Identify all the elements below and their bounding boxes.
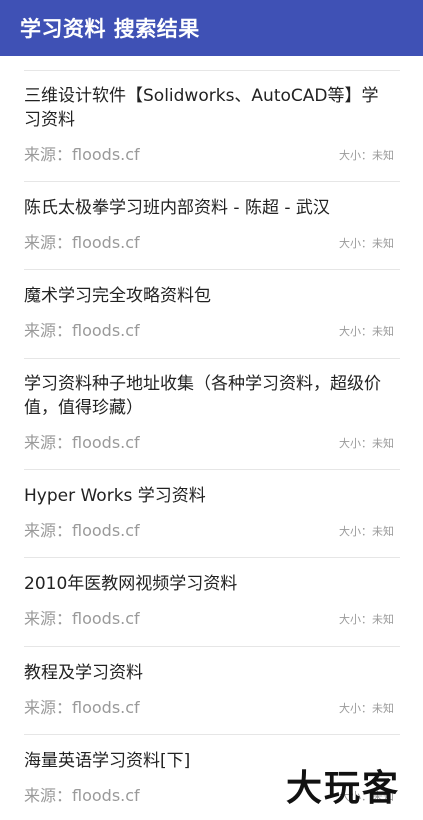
list-item[interactable]: 魔术学习完全攻略资料包 来源：floods.cf 大小：未知 [24,270,400,359]
result-source: 来源：floods.cf [24,609,140,628]
result-title: 魔术学习完全攻略资料包 [24,286,211,306]
watermark-logo: 大玩客 [286,767,401,809]
list-item[interactable]: 陈氏太极拳学习班内部资料 - 陈超 - 武汉 来源：floods.cf 大小：未… [24,182,400,270]
result-size: 大小：未知 [339,149,394,162]
result-title: 三维设计软件【Solidworks、AutoCAD等】学习资料 [24,86,379,130]
search-results-list[interactable]: 三维设计软件【Solidworks、AutoCAD等】学习资料 来源：flood… [0,56,423,820]
result-size: 大小：未知 [339,613,394,626]
result-source: 来源：floods.cf [24,521,140,540]
result-title: Hyper Works 学习资料 [24,486,206,506]
list-item[interactable]: 教程及学习资料 来源：floods.cf 大小：未知 [24,647,400,735]
result-source: 来源：floods.cf [24,433,140,452]
result-source: 来源：floods.cf [24,145,140,164]
result-size: 大小：未知 [339,702,394,715]
result-source: 来源：floods.cf [24,321,140,340]
list-item[interactable]: 学习资料种子地址收集（各种学习资料，超级价值，值得珍藏） 来源：floods.c… [24,359,400,470]
page-title: 学习资料 搜索结果 [20,17,200,41]
list-item[interactable]: Hyper Works 学习资料 来源：floods.cf 大小：未知 [24,470,400,558]
result-source: 来源：floods.cf [24,233,140,252]
list-item[interactable]: 三维设计软件【Solidworks、AutoCAD等】学习资料 来源：flood… [24,71,400,182]
app-bar: 学习资料 搜索结果 [0,0,423,56]
result-title: 陈氏太极拳学习班内部资料 - 陈超 - 武汉 [24,198,330,218]
list-item[interactable]: 2010年医教网视频学习资料 来源：floods.cf 大小：未知 [24,558,400,647]
result-size: 大小：未知 [339,525,394,538]
result-title: 教程及学习资料 [24,663,143,683]
result-source: 来源：floods.cf [24,698,140,717]
result-size: 大小：未知 [339,325,394,338]
result-size: 大小：未知 [339,437,394,450]
result-title: 学习资料种子地址收集（各种学习资料，超级价值，值得珍藏） [24,374,381,418]
result-size: 大小：未知 [339,237,394,250]
result-title: 2010年医教网视频学习资料 [24,574,238,594]
result-source: 来源：floods.cf [24,786,140,805]
